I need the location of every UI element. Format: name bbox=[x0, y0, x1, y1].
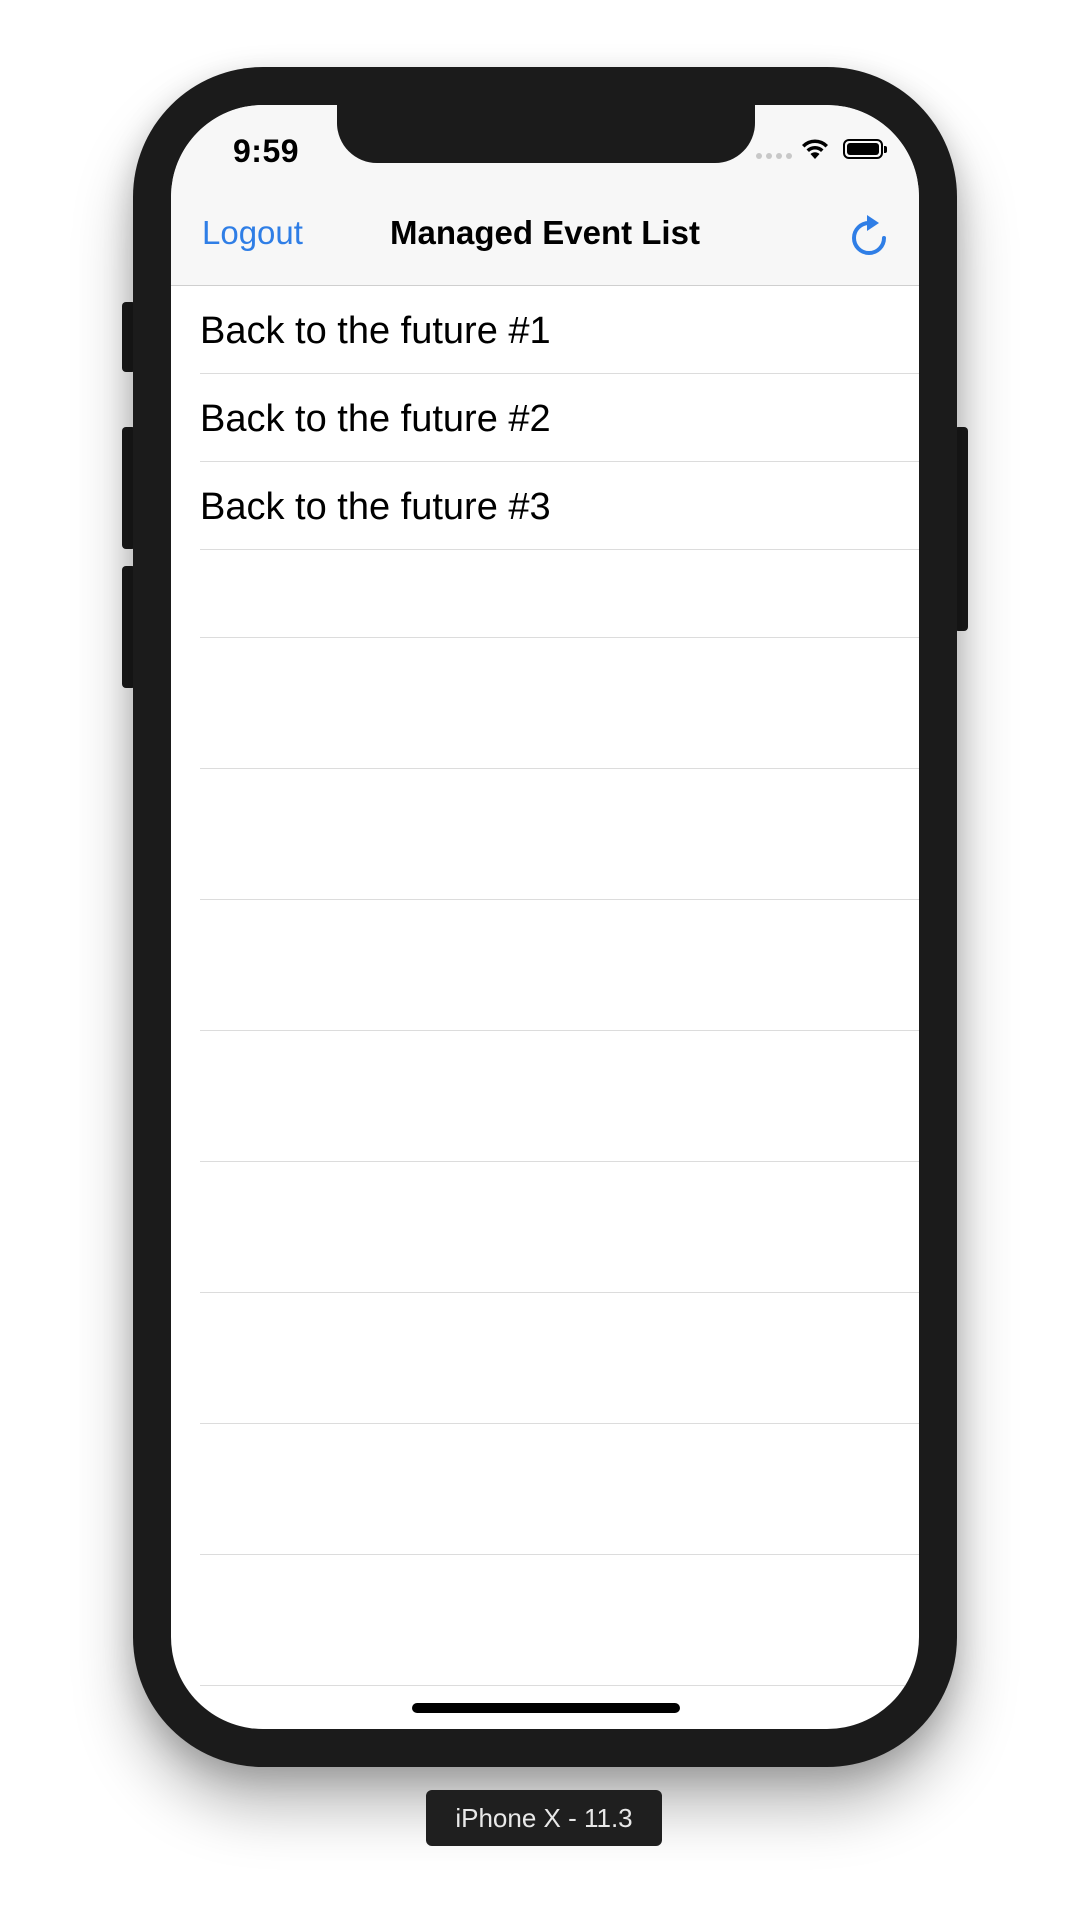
empty-row bbox=[200, 638, 919, 769]
simulator-stage: 9:59 Logout Managed Event List Back to t… bbox=[0, 0, 1090, 1928]
empty-row bbox=[200, 550, 919, 638]
empty-row bbox=[200, 1555, 919, 1686]
empty-row bbox=[200, 1293, 919, 1424]
event-title: Back to the future #1 bbox=[200, 310, 551, 352]
status-time: 9:59 bbox=[233, 133, 300, 169]
list-item[interactable]: Back to the future #3 bbox=[200, 462, 919, 550]
empty-row bbox=[200, 1162, 919, 1293]
notch bbox=[337, 105, 755, 163]
empty-row bbox=[200, 769, 919, 900]
list-item[interactable]: Back to the future #1 bbox=[200, 286, 919, 374]
empty-row bbox=[200, 1424, 919, 1555]
refresh-icon bbox=[852, 215, 886, 255]
page-title: Managed Event List bbox=[390, 214, 700, 251]
phone-screen: 9:59 Logout Managed Event List Back to t… bbox=[171, 105, 919, 1729]
home-indicator[interactable] bbox=[412, 1703, 680, 1713]
wifi-icon bbox=[802, 139, 828, 159]
battery-icon bbox=[843, 139, 887, 159]
empty-row bbox=[200, 1031, 919, 1162]
navigation-bar: Logout Managed Event List bbox=[171, 180, 919, 286]
refresh-button[interactable] bbox=[847, 214, 891, 260]
empty-row bbox=[200, 900, 919, 1031]
list-item[interactable]: Back to the future #2 bbox=[200, 374, 919, 462]
event-list: Back to the future #1 Back to the future… bbox=[171, 286, 919, 1729]
device-label: iPhone X - 11.3 bbox=[426, 1790, 662, 1846]
event-title: Back to the future #2 bbox=[200, 398, 551, 440]
event-title: Back to the future #3 bbox=[200, 486, 551, 528]
cellular-signal-icon bbox=[756, 153, 792, 159]
